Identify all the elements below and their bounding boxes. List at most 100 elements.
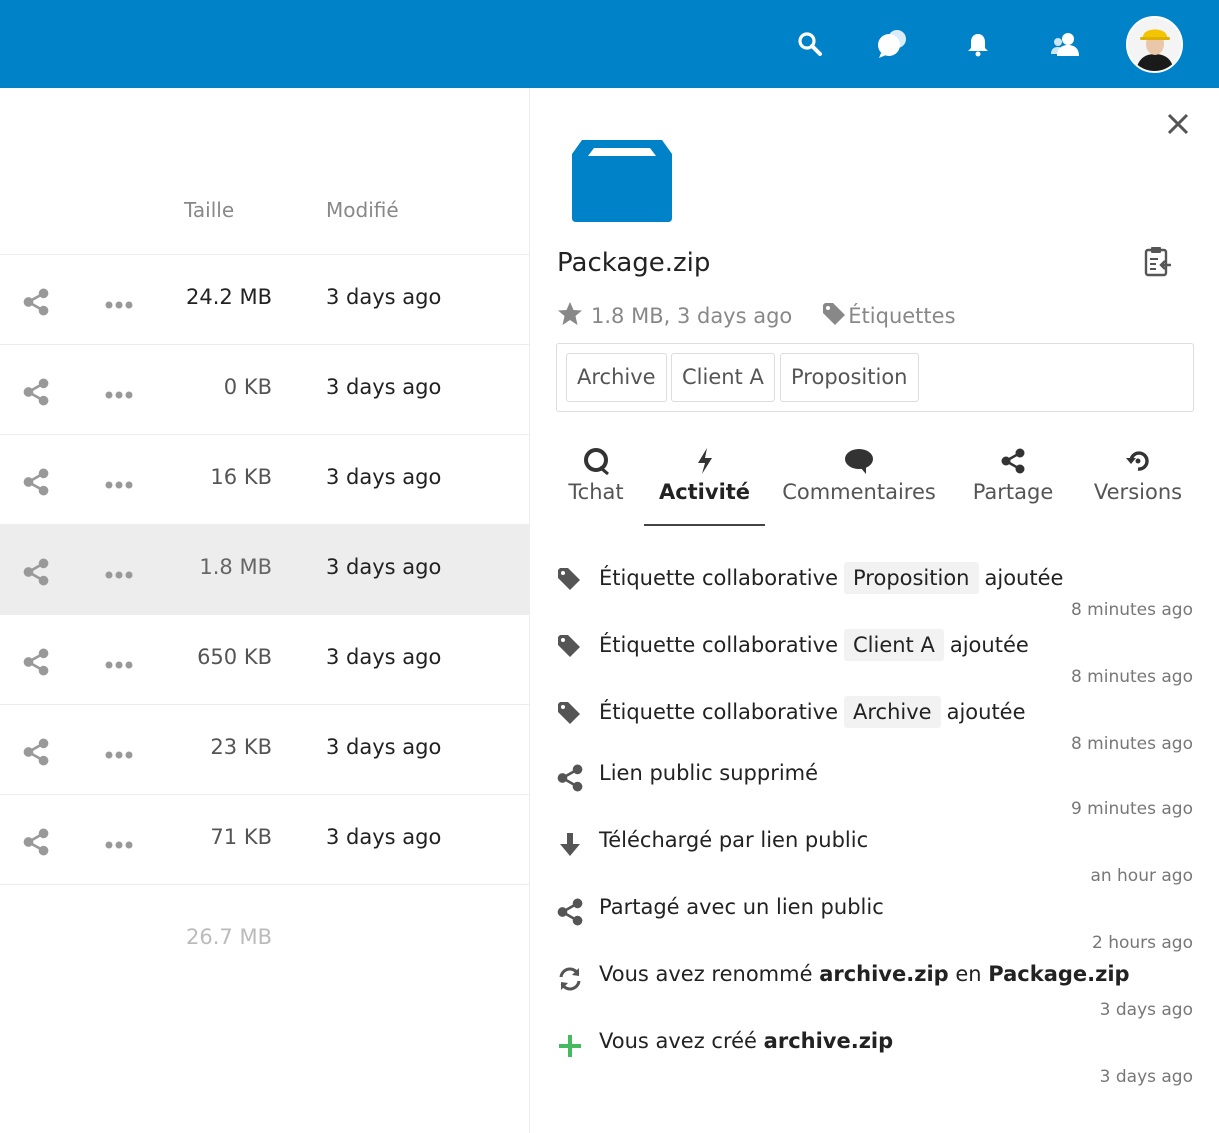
package-file-icon xyxy=(572,140,672,226)
tab-label: Versions xyxy=(1093,480,1183,504)
tag-pill[interactable]: Proposition xyxy=(844,562,979,594)
activity-item: Lien public supprimé 9 minutes ago xyxy=(555,761,1195,828)
share-icon[interactable] xyxy=(22,558,50,590)
file-size: 0 KB xyxy=(223,375,272,399)
more-actions-icon[interactable] xyxy=(105,745,133,764)
file-row[interactable]: 23 KB 3 days ago xyxy=(0,704,529,794)
file-row[interactable]: 0 KB 3 days ago xyxy=(0,344,529,434)
avatar[interactable] xyxy=(1126,16,1183,73)
notifications-icon[interactable] xyxy=(962,28,994,60)
activity-description: Vous avez créé archive.zip xyxy=(599,1029,893,1053)
share-icon[interactable] xyxy=(22,828,50,860)
file-meta: 1.8 MB, 3 days ago Étiquettes xyxy=(557,301,956,331)
file-size: 24.2 MB xyxy=(186,285,272,309)
file-size: 71 KB xyxy=(210,825,272,849)
tab-versions[interactable]: Versions xyxy=(1090,446,1186,526)
activity-time: 8 minutes ago xyxy=(1070,734,1193,754)
activity-description: Étiquette collaborative Archive ajoutée xyxy=(599,696,1026,728)
file-row[interactable]: 71 KB 3 days ago xyxy=(0,794,529,884)
activity-icon xyxy=(644,446,765,476)
file-modified: 3 days ago xyxy=(326,735,442,759)
file-row[interactable]: 650 KB 3 days ago xyxy=(0,614,529,704)
activity-item: Étiquette collaborative Proposition ajouté… xyxy=(555,562,1195,629)
more-actions-icon[interactable] xyxy=(105,295,133,314)
favorite-star-icon[interactable] xyxy=(557,301,583,331)
tab-label: Tchat xyxy=(568,480,624,504)
file-link[interactable]: archive.zip xyxy=(819,962,949,986)
tag-chip[interactable]: Proposition xyxy=(780,353,919,402)
close-icon[interactable] xyxy=(1167,113,1189,139)
tab-partage[interactable]: Partage xyxy=(970,446,1056,526)
activity-time: 8 minutes ago xyxy=(1070,600,1193,620)
file-link[interactable]: Package.zip xyxy=(988,962,1129,986)
list-end-divider xyxy=(0,884,529,885)
share-icon[interactable] xyxy=(22,738,50,770)
tag-pill[interactable]: Client A xyxy=(844,629,944,661)
activity-description: Lien public supprimé xyxy=(599,761,818,785)
contacts-icon[interactable] xyxy=(1050,28,1082,60)
search-icon[interactable] xyxy=(794,28,826,60)
activity-text: ajoutée xyxy=(984,566,1064,590)
file-modified: 3 days ago xyxy=(326,375,442,399)
file-row[interactable]: 1.8 MB 3 days ago xyxy=(0,524,529,614)
tab-activite[interactable]: Activité xyxy=(644,446,765,526)
tag-icon xyxy=(555,564,585,594)
tag-chip[interactable]: Client A xyxy=(671,353,775,402)
activity-description: Téléchargé par lien public xyxy=(599,828,868,852)
file-modified: 3 days ago xyxy=(326,645,442,669)
activity-text: Vous avez renommé xyxy=(599,962,820,986)
more-actions-icon[interactable] xyxy=(105,835,133,854)
tab-label: Partage xyxy=(972,480,1054,504)
add-icon xyxy=(555,1031,585,1061)
share-icon[interactable] xyxy=(22,378,50,410)
activity-description: Étiquette collaborative Client Aajoutée xyxy=(599,629,1029,661)
tags-button-label: Étiquettes xyxy=(848,304,956,328)
share-icon xyxy=(555,897,585,927)
tab-tchat[interactable]: Tchat xyxy=(558,446,634,526)
column-header-size[interactable]: Taille xyxy=(184,198,234,222)
share-icon[interactable] xyxy=(22,648,50,680)
file-size: 1.8 MB xyxy=(199,555,272,579)
talk-icon xyxy=(558,446,634,476)
app-header xyxy=(0,0,1219,88)
tag-icon xyxy=(822,302,848,331)
activity-text: ajoutée xyxy=(946,700,1026,724)
file-list: Taille Modifié 24.2 MB 3 days ago 0 KB 3 da… xyxy=(0,88,530,1133)
more-actions-icon[interactable] xyxy=(105,385,133,404)
clipboard-icon[interactable] xyxy=(1143,246,1173,282)
more-actions-icon[interactable] xyxy=(105,475,133,494)
activity-text: Téléchargé par lien public xyxy=(599,828,869,852)
more-actions-icon[interactable] xyxy=(105,655,133,674)
tags-button[interactable]: Étiquettes xyxy=(822,302,956,331)
activity-item: Étiquette collaborative Archive ajoutée 8 m… xyxy=(555,696,1195,763)
file-size: 16 KB xyxy=(210,465,272,489)
activity-time: 3 days ago xyxy=(1099,1000,1193,1020)
tag-chip[interactable]: Archive xyxy=(566,353,667,402)
activity-text: Étiquette collaborative xyxy=(599,700,838,724)
more-actions-icon[interactable] xyxy=(105,565,133,584)
activity-item: Étiquette collaborative Client Aajoutée 8 … xyxy=(555,629,1195,696)
activity-item: Partagé avec un lien public 2 hours ago xyxy=(555,895,1195,962)
tab-label: Activité xyxy=(658,480,751,504)
activity-description: Vous avez renommé archive.zip en Package… xyxy=(599,962,1130,986)
file-size: 23 KB xyxy=(210,735,272,759)
activity-time: 3 days ago xyxy=(1099,1067,1193,1087)
file-modified: 3 days ago xyxy=(326,285,442,309)
file-name: Package.zip xyxy=(557,248,711,278)
rename-icon xyxy=(555,964,585,994)
share-icon[interactable] xyxy=(22,468,50,500)
file-size: 650 KB xyxy=(197,645,272,669)
share-icon[interactable] xyxy=(22,288,50,320)
talk-icon[interactable] xyxy=(877,28,909,60)
activity-time: 2 hours ago xyxy=(1091,933,1193,953)
column-header-modified[interactable]: Modifié xyxy=(326,198,399,222)
file-row[interactable]: 24.2 MB 3 days ago xyxy=(0,254,529,344)
tags-input[interactable]: Archive Client A Proposition xyxy=(556,343,1194,412)
activity-text: Vous avez créé xyxy=(599,1029,764,1053)
file-row[interactable]: 16 KB 3 days ago xyxy=(0,434,529,524)
tag-pill[interactable]: Archive xyxy=(844,696,941,728)
activity-description: Étiquette collaborative Proposition ajouté… xyxy=(599,562,1063,594)
activity-description: Partagé avec un lien public xyxy=(599,895,884,919)
file-link[interactable]: archive.zip xyxy=(764,1029,894,1053)
tab-commentaires[interactable]: Commentaires xyxy=(782,446,936,526)
